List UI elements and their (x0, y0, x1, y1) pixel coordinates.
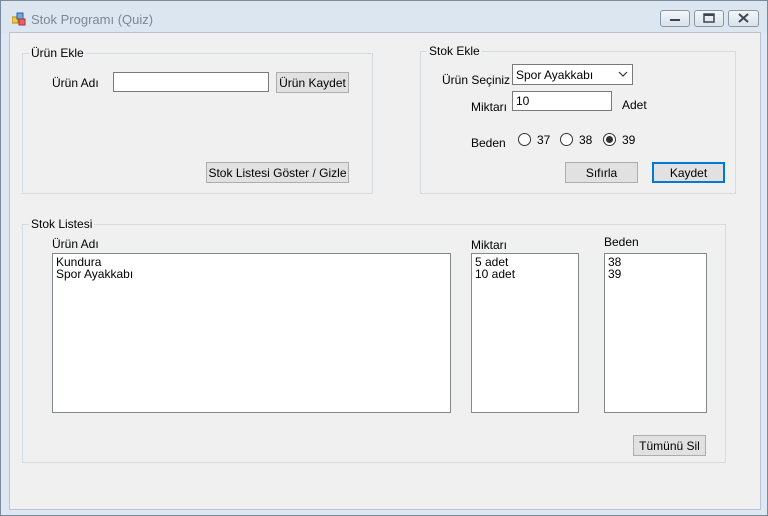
urun-ekle-group-label: Ürün Ekle (29, 46, 86, 60)
list-item[interactable]: 39 (608, 268, 703, 280)
beden-38-radio[interactable] (560, 133, 573, 146)
stok-listesi-group-label: Stok Listesi (29, 217, 95, 231)
urun-adi-input[interactable] (113, 72, 269, 92)
urun-seciniz-dropdown[interactable]: Spor Ayakkabı (512, 64, 633, 85)
minimize-icon (670, 19, 680, 21)
list-item[interactable]: 10 adet (475, 268, 575, 280)
urun-adi-label: Ürün Adı (52, 76, 99, 90)
stok-listesi-toggle-button[interactable]: Stok Listesi Göster / Gizle (206, 162, 349, 183)
client-area: Ürün Ekle Ürün Adı Ürün Kaydet Stok List… (9, 32, 761, 510)
list-item[interactable]: 38 (608, 256, 703, 268)
stok-ekle-group-label: Stok Ekle (427, 44, 482, 58)
urun-seciniz-label: Ürün Seçiniz (442, 73, 511, 87)
beden-37-label: 37 (537, 133, 551, 147)
title-bar[interactable]: Stok Programı (Quiz) (1, 1, 767, 33)
close-button[interactable] (728, 10, 759, 27)
stok-ekle-group: Stok Ekle Ürün Seçiniz Spor Ayakkabı Mik… (420, 44, 736, 194)
miktar-listbox[interactable]: 5 adet 10 adet (471, 253, 579, 413)
chevron-down-icon (618, 71, 628, 77)
sifirla-button[interactable]: Sıfırla (565, 162, 638, 183)
app-icon (12, 12, 26, 26)
miktar-input[interactable] (512, 91, 612, 111)
beden-38-label: 38 (579, 133, 593, 147)
urun-adi-listbox[interactable]: Kundura Spor Ayakkabı (52, 253, 451, 413)
list-item[interactable]: Spor Ayakkabı (56, 268, 447, 280)
beden-label: Beden (471, 136, 506, 150)
close-icon (738, 13, 749, 23)
urun-ekle-group: Ürün Ekle Ürün Adı Ürün Kaydet Stok List… (22, 46, 373, 194)
minimize-button[interactable] (660, 10, 690, 27)
beden-38-option[interactable]: 38 (560, 132, 600, 148)
urun-kaydet-button[interactable]: Ürün Kaydet (276, 72, 349, 93)
beden-39-radio[interactable] (603, 133, 616, 146)
col-beden-label: Beden (604, 235, 639, 249)
miktar-label: Miktarı (471, 100, 507, 114)
adet-label: Adet (622, 98, 647, 112)
app-window: Stok Programı (Quiz) Ürün Ekle Ürün Adı … (0, 0, 768, 516)
beden-37-option[interactable]: 37 (518, 132, 558, 148)
beden-39-option[interactable]: 39 (603, 132, 643, 148)
tumunu-sil-button[interactable]: Tümünü Sil (633, 435, 706, 456)
beden-39-label: 39 (622, 133, 636, 147)
col-miktar-label: Miktarı (471, 238, 507, 252)
beden-37-radio[interactable] (518, 133, 531, 146)
col-urun-adi-label: Ürün Adı (52, 237, 99, 251)
window-title: Stok Programı (Quiz) (31, 12, 154, 27)
urun-seciniz-selected: Spor Ayakkabı (516, 68, 594, 82)
kaydet-button[interactable]: Kaydet (652, 162, 725, 183)
maximize-button[interactable] (694, 10, 724, 27)
beden-listbox[interactable]: 38 39 (604, 253, 707, 413)
maximize-icon (703, 13, 715, 23)
stok-listesi-group: Stok Listesi Ürün Adı Miktarı Beden Kund… (22, 217, 726, 463)
